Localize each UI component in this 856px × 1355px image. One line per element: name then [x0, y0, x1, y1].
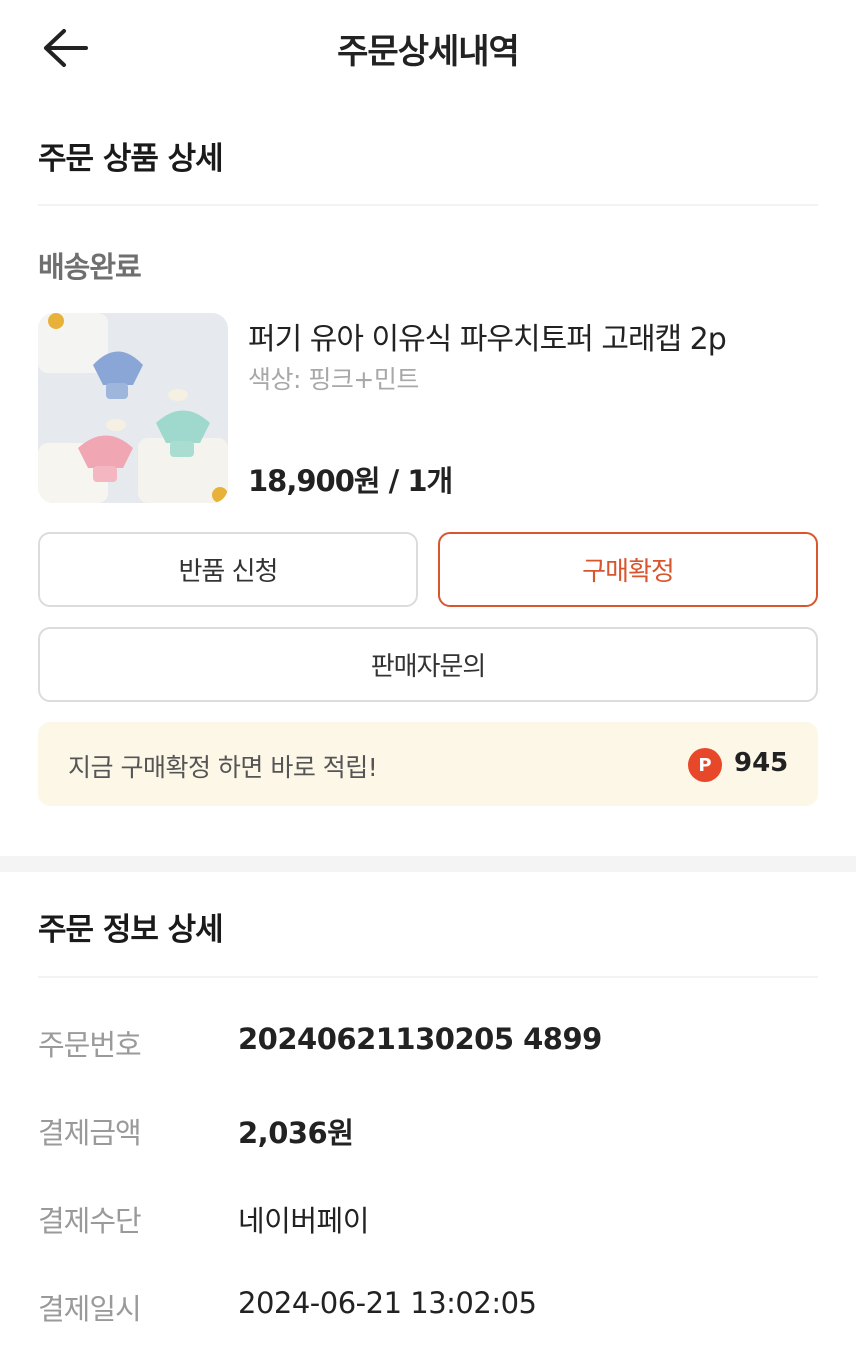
page-title: 주문상세내역	[337, 32, 520, 72]
point-value: 945	[734, 748, 789, 778]
return-request-button[interactable]: 반품 신청	[38, 532, 418, 607]
payment-amount-value: 2,036원	[238, 1116, 354, 1150]
product-option: 색상: 핑크+민트	[248, 365, 419, 394]
order-number-label: 주문번호	[38, 1028, 142, 1062]
order-items-section-title: 주문 상품 상세	[38, 141, 224, 177]
payment-method-label: 결제수단	[38, 1204, 142, 1238]
product-name[interactable]: 퍼기 유아 이유식 파우치토퍼 고래캡 2p	[248, 314, 727, 358]
point-notice: 지금 구매확정 하면 바로 적립! P 945	[38, 722, 818, 806]
product-thumbnail[interactable]	[38, 313, 228, 503]
product-image	[38, 313, 228, 503]
order-number-value: 20240621130205 4899	[238, 1022, 602, 1056]
divider	[38, 976, 818, 978]
confirm-purchase-button[interactable]: 구매확정	[438, 532, 818, 607]
seller-inquiry-button[interactable]: 판매자문의	[38, 627, 818, 702]
payment-datetime-label: 결제일시	[38, 1292, 142, 1326]
product-price: 18,900원 / 1개	[248, 464, 453, 498]
payment-method-value: 네이버페이	[238, 1204, 369, 1238]
point-icon: P	[688, 748, 722, 782]
divider	[38, 204, 818, 206]
payment-amount-label: 결제금액	[38, 1116, 142, 1150]
order-info-section-title: 주문 정보 상세	[38, 912, 224, 948]
payment-datetime-value: 2024-06-21 13:02:05	[238, 1286, 537, 1320]
notice-text: 지금 구매확정 하면 바로 적립!	[68, 753, 378, 782]
delivery-status: 배송완료	[38, 250, 142, 284]
app-header: 주문상세내역	[0, 0, 856, 96]
section-separator	[0, 856, 856, 872]
